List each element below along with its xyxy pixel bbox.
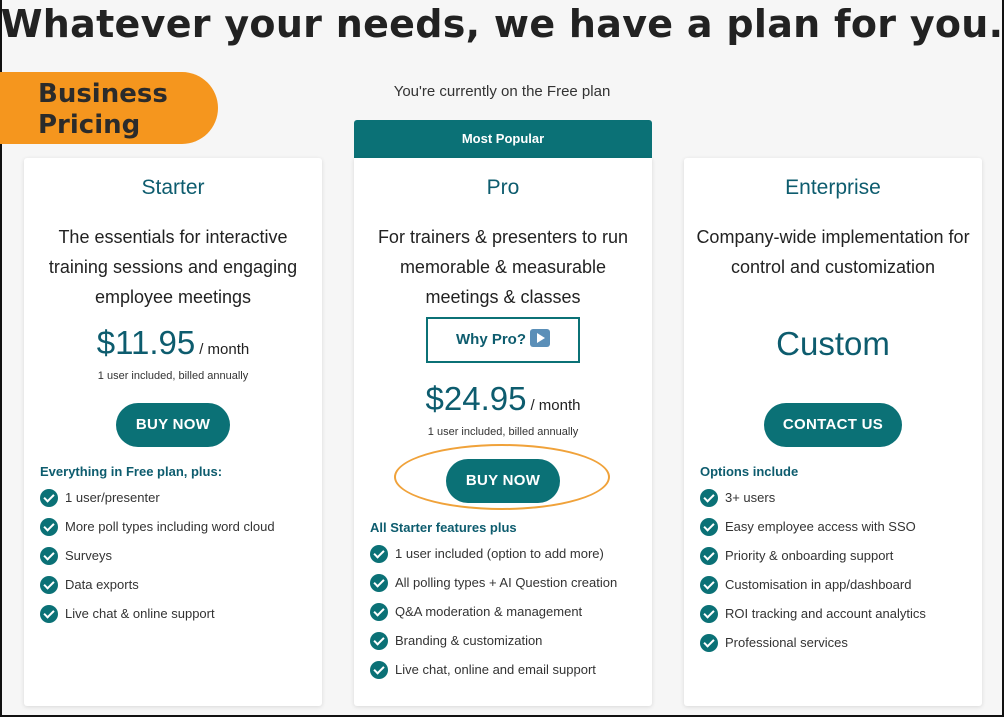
badge-line-1: Business (38, 79, 168, 109)
plan-card-starter: Starter The essentials for interactive t… (24, 158, 322, 706)
plan-description: The essentials for interactive training … (48, 227, 298, 307)
buy-now-button[interactable]: BUY NOW (116, 403, 230, 447)
check-circle-icon (40, 604, 58, 623)
feature-label: All polling types + AI Question creation (395, 575, 618, 590)
feature-label: Live chat, online and email support (395, 662, 596, 677)
price-custom: Custom (776, 325, 890, 362)
most-popular-ribbon: Most Popular (354, 120, 652, 158)
list-item: Customisation in app/dashboard (700, 570, 926, 599)
check-circle-icon (370, 602, 388, 621)
page-headline: Whatever your needs, we have a plan for … (0, 2, 1004, 46)
check-circle-icon (700, 604, 718, 623)
badge-line-2: Pricing (38, 110, 141, 140)
business-pricing-badge: Business Pricing (0, 72, 218, 144)
feature-label: 1 user/presenter (65, 490, 160, 505)
feature-label: Q&A moderation & management (395, 604, 583, 619)
feature-label: ROI tracking and account analytics (725, 606, 926, 621)
list-item: Priority & onboarding support (700, 541, 926, 570)
list-item: Data exports (40, 570, 275, 599)
check-circle-icon (370, 660, 388, 679)
feature-label: 3+ users (725, 490, 776, 505)
why-pro-button[interactable]: Why Pro? (426, 317, 580, 363)
feature-list: 1 user/presenter More poll types includi… (40, 483, 275, 628)
check-circle-icon (700, 546, 718, 565)
why-pro-label: Why Pro? (456, 331, 526, 348)
feature-label: Branding & customization (395, 633, 543, 648)
billing-note: 1 user included, billed annually (97, 370, 249, 382)
list-item: Q&A moderation & management (370, 597, 617, 626)
check-circle-icon (700, 575, 718, 594)
plan-price: $11.95/ month (24, 324, 322, 362)
list-item: Live chat, online and email support (370, 655, 617, 684)
check-circle-icon (40, 517, 58, 536)
check-circle-icon (40, 488, 58, 507)
list-item: 3+ users (700, 483, 926, 512)
check-circle-icon (370, 573, 388, 592)
feature-label: Surveys (65, 548, 112, 563)
price-amount: $24.95 (425, 380, 527, 417)
plan-name: Pro (486, 176, 520, 199)
feature-label: Professional services (725, 635, 848, 650)
list-item: Branding & customization (370, 626, 617, 655)
check-circle-icon (700, 488, 718, 507)
list-item: 1 user included (option to add more) (370, 539, 617, 568)
features-heading: All Starter features plus (370, 520, 517, 535)
plan-description: Company-wide implementation for control … (696, 227, 970, 277)
list-item: Professional services (700, 628, 926, 657)
features-heading: Everything in Free plan, plus: (40, 464, 223, 479)
list-item: Live chat & online support (40, 599, 275, 628)
billing-note: 1 user included, billed annually (427, 426, 579, 438)
check-circle-icon (700, 633, 718, 652)
buy-now-button[interactable]: BUY NOW (446, 459, 560, 503)
feature-list: 3+ users Easy employee access with SSO P… (700, 483, 926, 657)
feature-label: Data exports (65, 577, 139, 592)
feature-label: Customisation in app/dashboard (725, 577, 912, 592)
check-circle-icon (700, 517, 718, 536)
feature-label: 1 user included (option to add more) (395, 546, 604, 561)
plan-price: $24.95/ month (354, 380, 652, 418)
feature-label: More poll types including word cloud (65, 519, 275, 534)
feature-label: Live chat & online support (65, 606, 215, 621)
list-item: Easy employee access with SSO (700, 512, 926, 541)
price-period: / month (530, 397, 581, 414)
list-item: All polling types + AI Question creation (370, 568, 617, 597)
plan-name: Starter (141, 176, 205, 199)
price-amount: $11.95 (96, 324, 196, 361)
list-item: Surveys (40, 541, 275, 570)
check-circle-icon (40, 575, 58, 594)
feature-label: Priority & onboarding support (725, 548, 894, 563)
feature-list: 1 user included (option to add more) All… (370, 539, 617, 684)
feature-label: Easy employee access with SSO (725, 519, 916, 534)
check-circle-icon (370, 631, 388, 650)
plan-name: Enterprise (785, 176, 881, 199)
price-period: / month (199, 341, 250, 358)
check-circle-icon (370, 544, 388, 563)
features-heading: Options include (700, 464, 799, 479)
plan-card-pro: Pro For trainers & presenters to run mem… (354, 158, 652, 706)
contact-us-button[interactable]: CONTACT US (764, 403, 902, 447)
plan-description: For trainers & presenters to run memorab… (377, 227, 629, 307)
list-item: More poll types including word cloud (40, 512, 275, 541)
list-item: ROI tracking and account analytics (700, 599, 926, 628)
plan-card-enterprise: Enterprise Company-wide implementation f… (684, 158, 982, 706)
list-item: 1 user/presenter (40, 483, 275, 512)
check-circle-icon (40, 546, 58, 565)
play-icon (530, 329, 550, 348)
